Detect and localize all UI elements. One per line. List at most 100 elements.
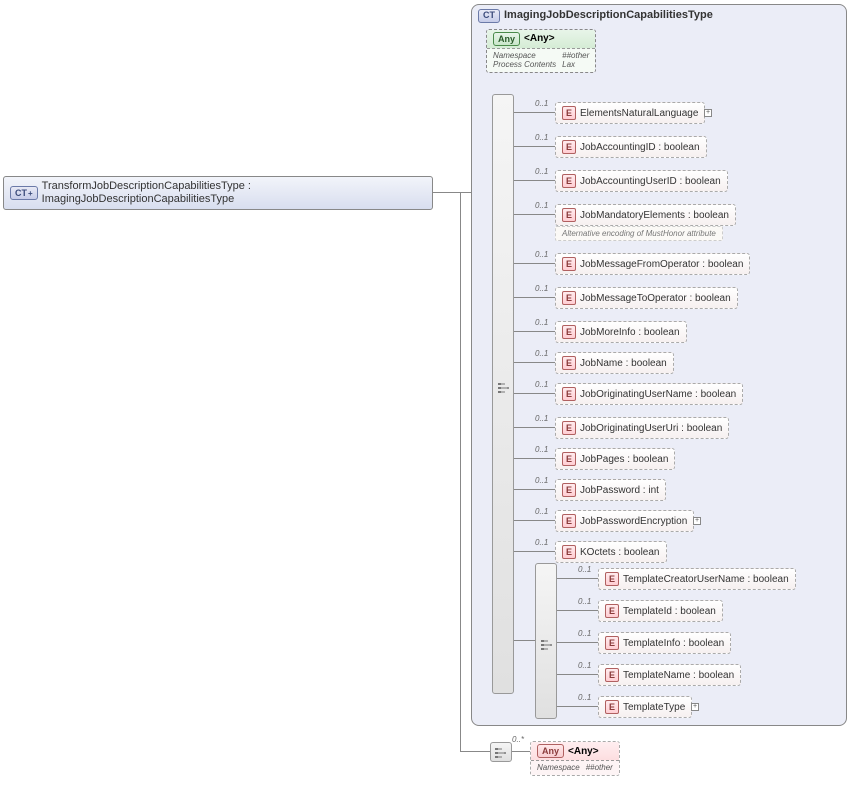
cardinality-label: 0..1 xyxy=(535,380,548,389)
element-badge: E xyxy=(562,483,576,497)
element-label: ElementsNaturalLanguage xyxy=(580,108,698,119)
any-wildcard-box: Any <Any> Namespace ##other xyxy=(530,741,620,776)
element-box: E JobMessageToOperator : boolean xyxy=(555,287,738,309)
cardinality-label: 0..1 xyxy=(578,565,591,574)
cardinality-label: 0..1 xyxy=(535,349,548,358)
any-label: <Any> xyxy=(524,33,555,44)
element-box: EJobOriginatingUserName : boolean xyxy=(555,383,743,405)
connector-line xyxy=(557,706,598,707)
connector-line xyxy=(514,520,555,521)
connector-line xyxy=(557,642,598,643)
left-type-box: CT+ TransformJobDescriptionCapabilitiesT… xyxy=(3,176,433,210)
element-badge: E xyxy=(605,572,619,586)
cardinality-label: 0..1 xyxy=(578,661,591,670)
element-box: ETemplateInfo : boolean xyxy=(598,632,731,654)
cardinality-label: 0..1 xyxy=(535,445,548,454)
element-box: E JobName : boolean xyxy=(555,352,674,374)
cardinality-label: 0..1 xyxy=(535,99,548,108)
cardinality-label: 0..1 xyxy=(535,414,548,423)
ct-badge: CT xyxy=(478,9,500,23)
cardinality-label: 0..1 xyxy=(535,476,548,485)
element-box: ETemplateName : boolean xyxy=(598,664,741,686)
connector-line xyxy=(514,180,555,181)
connector-line xyxy=(433,192,471,193)
element-label: TemplateName : boolean xyxy=(623,670,734,681)
element-label: JobPages : boolean xyxy=(580,454,668,465)
element-label: JobAccountingID : boolean xyxy=(580,142,700,153)
cardinality-label: 0..1 xyxy=(535,201,548,210)
element-box: E TemplateType xyxy=(598,696,692,718)
element-badge: E xyxy=(605,604,619,618)
element-badge: E xyxy=(562,257,576,271)
element-badge: E xyxy=(562,452,576,466)
element-label: JobMessageFromOperator : boolean xyxy=(580,259,743,270)
connector-line xyxy=(512,751,530,752)
element-badge: E xyxy=(562,421,576,435)
element-box: E ElementsNaturalLanguage xyxy=(555,102,705,124)
element-badge: E xyxy=(562,545,576,559)
cardinality-label: 0..1 xyxy=(535,250,548,259)
element-label: JobMoreInfo : boolean xyxy=(580,327,680,338)
element-label: JobMessageToOperator : boolean xyxy=(580,293,731,304)
element-badge: E xyxy=(562,106,576,120)
plus-icon: + xyxy=(28,189,33,198)
element-label: JobOriginatingUserUri : boolean xyxy=(580,423,722,434)
element-box: E TemplateCreatorUserName : boolean xyxy=(598,568,796,590)
sequence-bar xyxy=(492,94,514,694)
cardinality-label: 0..1 xyxy=(535,133,548,142)
cardinality-label: 0..1 xyxy=(578,693,591,702)
connector-line xyxy=(514,393,555,394)
connector-line xyxy=(460,751,490,752)
element-label: JobPasswordEncryption xyxy=(580,516,687,527)
connector-line xyxy=(514,427,555,428)
element-badge: E xyxy=(605,636,619,650)
element-label: JobMandatoryElements : boolean xyxy=(580,210,729,221)
element-label: TemplateId : boolean xyxy=(623,606,716,617)
cardinality-label: 0..1 xyxy=(535,284,548,293)
connector-line xyxy=(557,610,598,611)
cardinality-label: 0..* xyxy=(512,735,524,744)
connector-line xyxy=(460,192,461,752)
main-type-header: CT ImagingJobDescriptionCapabilitiesType xyxy=(478,9,840,23)
connector-line xyxy=(514,214,555,215)
element-box: EJobAccountingUserID : boolean xyxy=(555,170,728,192)
sequence-icon xyxy=(497,380,511,394)
element-badge: E xyxy=(605,700,619,714)
expand-icon[interactable]: + xyxy=(693,517,701,525)
element-badge: E xyxy=(562,208,576,222)
element-label: KOctets : boolean xyxy=(580,547,660,558)
element-label: TemplateType xyxy=(623,702,685,713)
element-label: JobName : boolean xyxy=(580,358,667,369)
element-box: E JobPasswordEncryption xyxy=(555,510,694,532)
element-annotation: Alternative encoding of MustHonor attrib… xyxy=(555,226,723,241)
connector-line xyxy=(557,674,598,675)
expand-icon[interactable]: + xyxy=(704,109,712,117)
connector-line xyxy=(514,362,555,363)
left-type-label: TransformJobDescriptionCapabilitiesType … xyxy=(42,180,426,206)
element-box: E JobMandatoryElements : boolean xyxy=(555,204,736,226)
any-badge: Any xyxy=(493,32,520,46)
connector-line xyxy=(514,489,555,490)
connector-line xyxy=(514,551,555,552)
connector-line xyxy=(514,146,555,147)
element-label: TemplateCreatorUserName : boolean xyxy=(623,574,789,585)
connector-line xyxy=(514,112,555,113)
element-box: EJobPassword : int xyxy=(555,479,666,501)
element-box: E JobPages : boolean xyxy=(555,448,675,470)
element-box: E JobOriginatingUserUri : boolean xyxy=(555,417,729,439)
element-badge: E xyxy=(562,291,576,305)
element-box: E TemplateId : boolean xyxy=(598,600,723,622)
expand-icon[interactable]: + xyxy=(691,703,699,711)
element-badge: E xyxy=(562,387,576,401)
any-wildcard-box: Any <Any> NamespaceProcess Contents ##ot… xyxy=(486,29,596,73)
element-box: E KOctets : boolean xyxy=(555,541,667,563)
connector-line xyxy=(514,331,555,332)
element-badge: E xyxy=(562,140,576,154)
cardinality-label: 0..1 xyxy=(535,167,548,176)
any-badge: Any xyxy=(537,744,564,758)
any-label: <Any> xyxy=(568,746,599,757)
connector-line xyxy=(514,297,555,298)
element-badge: E xyxy=(562,356,576,370)
element-badge: E xyxy=(562,514,576,528)
element-badge: E xyxy=(562,174,576,188)
